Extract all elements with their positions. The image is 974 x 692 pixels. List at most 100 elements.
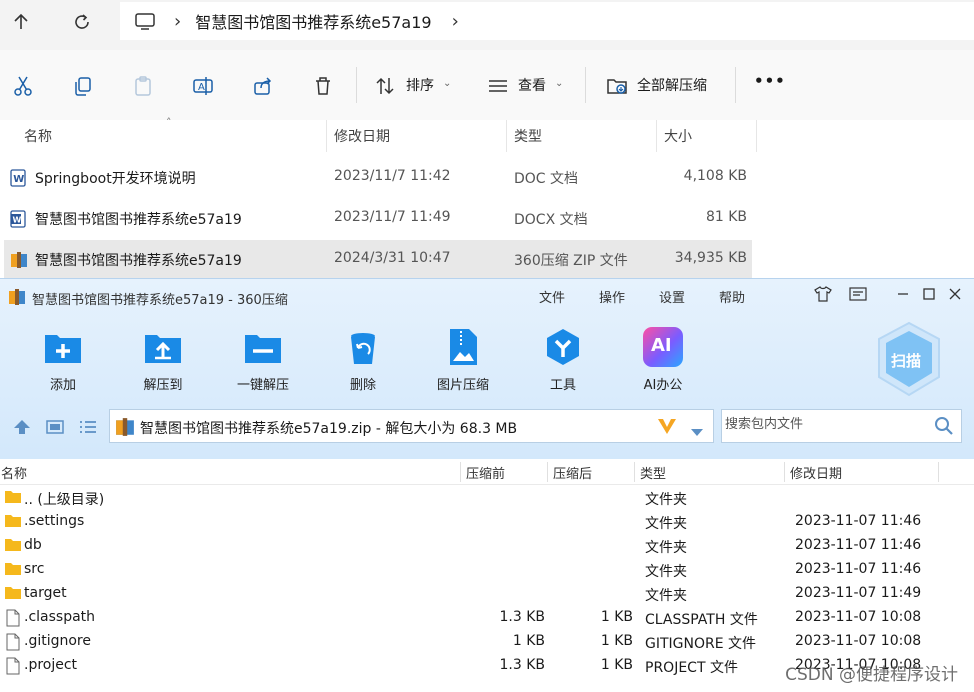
- entry-type: 文件夹: [645, 564, 687, 580]
- menu-help[interactable]: 帮助: [719, 287, 745, 306]
- file-row-selected[interactable]: 智慧图书馆图书推荐系统e57a19 2024/3/31 10:47 360压缩 …: [4, 240, 752, 278]
- column-header-date[interactable]: 修改日期: [790, 463, 842, 482]
- entry-name: target: [24, 585, 67, 601]
- column-divider[interactable]: [938, 462, 939, 482]
- archive-row[interactable]: .classpath 1.3 KB 1 KB CLASSPATH 文件 2023…: [0, 605, 974, 629]
- up-level-icon[interactable]: [12, 418, 32, 440]
- menu-settings[interactable]: 设置: [659, 287, 685, 306]
- column-divider[interactable]: [756, 120, 757, 152]
- maximize-icon[interactable]: [920, 285, 938, 303]
- breadcrumb-chevron-icon: ›: [174, 10, 182, 32]
- ai-office-button[interactable]: AI AI办公: [621, 327, 705, 397]
- minimize-icon[interactable]: [894, 285, 912, 303]
- sort-icon[interactable]: [373, 74, 397, 98]
- entry-type: 文件夹: [645, 492, 687, 508]
- search-icon[interactable]: [934, 416, 954, 440]
- chevron-down-icon[interactable]: ⌄: [443, 78, 451, 89]
- up-arrow-icon[interactable]: [7, 8, 35, 36]
- column-divider[interactable]: [656, 120, 657, 152]
- folder-icon: [4, 585, 22, 601]
- column-divider[interactable]: [547, 462, 548, 482]
- scan-button[interactable]: 扫描: [876, 321, 942, 397]
- list-view-icon[interactable]: [79, 419, 97, 439]
- file-icon: [4, 657, 22, 675]
- breadcrumb-chevron-icon[interactable]: ›: [452, 11, 459, 32]
- column-header-type[interactable]: 类型: [514, 126, 542, 146]
- view-button[interactable]: 查看: [518, 75, 546, 95]
- menu-operation[interactable]: 操作: [599, 287, 625, 306]
- file-size: 34,935 KB: [674, 250, 747, 266]
- feedback-icon[interactable]: [849, 285, 867, 303]
- paste-icon[interactable]: [131, 74, 155, 98]
- column-header-name[interactable]: 名称: [24, 126, 52, 146]
- column-header-date[interactable]: 修改日期: [334, 126, 390, 146]
- zip-archive-icon: [115, 417, 135, 441]
- column-header-before[interactable]: 压缩前: [466, 463, 505, 482]
- file-name: 智慧图书馆图书推荐系统e57a19: [35, 212, 242, 228]
- column-divider[interactable]: [634, 462, 635, 482]
- archive-row[interactable]: .gitignore 1 KB 1 KB GITIGNORE 文件 2023-1…: [0, 629, 974, 653]
- archive-column-headers: 名称 压缩前 压缩后 类型 修改日期: [0, 460, 974, 485]
- archive-row[interactable]: target 文件夹 2023-11-07 11:49: [0, 581, 974, 605]
- thumbnail-view-icon[interactable]: [46, 419, 64, 439]
- close-icon[interactable]: [946, 285, 964, 303]
- v-logo-icon[interactable]: [656, 416, 678, 440]
- copy-icon[interactable]: [71, 74, 95, 98]
- entry-name: db: [24, 537, 42, 553]
- svg-text:A: A: [198, 82, 205, 93]
- cut-icon[interactable]: [11, 74, 35, 98]
- delete-icon[interactable]: [311, 74, 335, 98]
- archive-row-parent[interactable]: .. (上级目录) 文件夹: [0, 485, 974, 509]
- column-divider[interactable]: [326, 120, 327, 152]
- column-divider[interactable]: [506, 120, 507, 152]
- delete-button[interactable]: 删除: [321, 327, 405, 397]
- address-bar[interactable]: › 智慧图书馆图书推荐系统e57a19 ›: [120, 2, 974, 40]
- more-options-button[interactable]: •••: [754, 72, 786, 90]
- toolbar-divider: [356, 67, 357, 103]
- column-divider[interactable]: [784, 462, 785, 482]
- extract-all-icon[interactable]: [605, 74, 629, 98]
- file-size: 4,108 KB: [683, 168, 747, 184]
- column-header-name[interactable]: 名称: [1, 463, 27, 482]
- one-click-extract-icon: [243, 327, 283, 367]
- path-dropdown-icon[interactable]: [690, 422, 704, 441]
- skin-icon[interactable]: [814, 285, 832, 303]
- file-row[interactable]: W Springboot开发环境说明 2023/11/7 11:42 DOC 文…: [4, 158, 752, 196]
- menu-file[interactable]: 文件: [539, 287, 565, 306]
- path-toolbar: 智慧图书馆图书推荐系统e57a19.zip - 解包大小为 68.3 MB: [0, 407, 974, 449]
- computer-icon: [134, 13, 156, 30]
- view-icon[interactable]: [486, 74, 510, 98]
- extract-all-button[interactable]: 全部解压缩: [637, 75, 707, 95]
- refresh-icon[interactable]: [68, 8, 96, 36]
- share-icon[interactable]: [251, 74, 275, 98]
- add-label: 添加: [49, 378, 76, 393]
- entry-size-before: 1.3 KB: [499, 657, 546, 673]
- file-icon: [4, 633, 22, 651]
- chevron-down-icon[interactable]: ⌄: [555, 78, 563, 89]
- add-button[interactable]: 添加: [21, 327, 105, 397]
- image-compress-button[interactable]: 图片压缩: [421, 327, 505, 397]
- extract-to-button[interactable]: 解压到: [121, 327, 205, 397]
- entry-date: 2023-11-07 11:46: [795, 537, 922, 553]
- archive-row[interactable]: .settings 文件夹 2023-11-07 11:46: [0, 509, 974, 533]
- tools-button[interactable]: 工具: [521, 327, 605, 397]
- column-header-after[interactable]: 压缩后: [553, 463, 592, 482]
- entry-size-before: 1 KB: [512, 633, 545, 649]
- archive-path-text: 智慧图书馆图书推荐系统e57a19.zip - 解包大小为 68.3 MB: [140, 421, 518, 437]
- rename-icon[interactable]: A: [191, 74, 215, 98]
- archive-row[interactable]: db 文件夹 2023-11-07 11:46: [0, 533, 974, 557]
- ai-office-icon: AI: [643, 327, 683, 367]
- column-header-size[interactable]: 大小: [664, 126, 692, 146]
- column-divider[interactable]: [460, 462, 461, 482]
- file-row[interactable]: W 智慧图书馆图书推荐系统e57a19 2023/11/7 11:49 DOCX…: [4, 199, 752, 237]
- search-input[interactable]: [723, 416, 927, 433]
- column-header-type[interactable]: 类型: [640, 463, 666, 482]
- archive-search-box[interactable]: [721, 409, 962, 443]
- file-icon: [4, 609, 22, 627]
- breadcrumb-folder[interactable]: 智慧图书馆图书推荐系统e57a19: [195, 9, 431, 33]
- archive-row[interactable]: src 文件夹 2023-11-07 11:46: [0, 557, 974, 581]
- one-click-extract-button[interactable]: 一键解压: [221, 327, 305, 397]
- add-folder-icon: [43, 327, 83, 367]
- sort-button[interactable]: 排序: [406, 75, 434, 95]
- archive-path-field[interactable]: 智慧图书馆图书推荐系统e57a19.zip - 解包大小为 68.3 MB: [109, 409, 714, 443]
